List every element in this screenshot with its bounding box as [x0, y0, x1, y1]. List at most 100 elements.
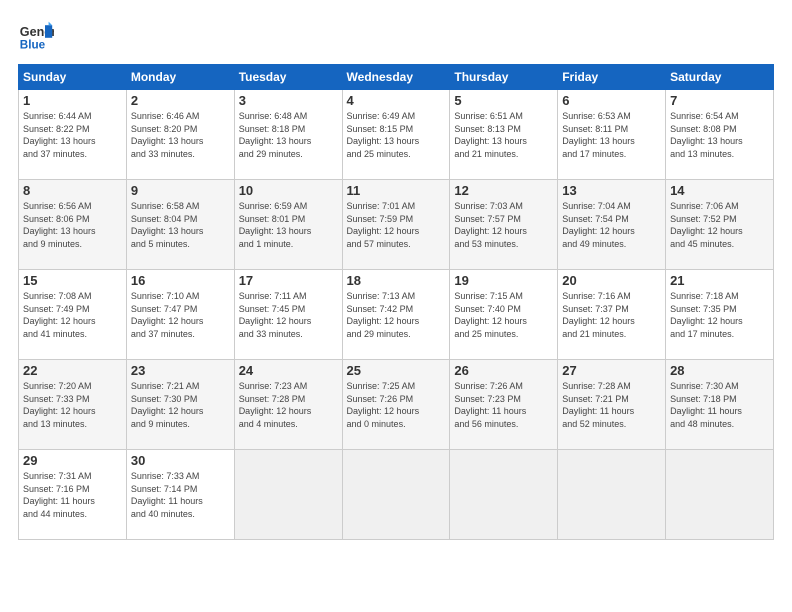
day-cell: 10 Sunrise: 6:59 AM Sunset: 8:01 PM Dayli… — [234, 180, 342, 270]
day-cell: 7 Sunrise: 6:54 AM Sunset: 8:08 PM Daylig… — [666, 90, 774, 180]
day-info: Sunrise: 7:10 AM Sunset: 7:47 PM Dayligh… — [131, 290, 230, 340]
day-number: 13 — [562, 183, 661, 198]
day-number: 23 — [131, 363, 230, 378]
day-cell — [666, 450, 774, 540]
day-cell: 30 Sunrise: 7:33 AM Sunset: 7:14 PM Dayli… — [126, 450, 234, 540]
day-number: 9 — [131, 183, 230, 198]
day-number: 6 — [562, 93, 661, 108]
day-cell: 20 Sunrise: 7:16 AM Sunset: 7:37 PM Dayli… — [558, 270, 666, 360]
day-cell: 9 Sunrise: 6:58 AM Sunset: 8:04 PM Daylig… — [126, 180, 234, 270]
weekday-wednesday: Wednesday — [342, 65, 450, 90]
day-info: Sunrise: 7:04 AM Sunset: 7:54 PM Dayligh… — [562, 200, 661, 250]
day-info: Sunrise: 7:13 AM Sunset: 7:42 PM Dayligh… — [347, 290, 446, 340]
day-cell: 22 Sunrise: 7:20 AM Sunset: 7:33 PM Dayli… — [19, 360, 127, 450]
day-info: Sunrise: 6:59 AM Sunset: 8:01 PM Dayligh… — [239, 200, 338, 250]
weekday-saturday: Saturday — [666, 65, 774, 90]
calendar-header: SundayMondayTuesdayWednesdayThursdayFrid… — [19, 65, 774, 90]
day-info: Sunrise: 6:46 AM Sunset: 8:20 PM Dayligh… — [131, 110, 230, 160]
day-number: 22 — [23, 363, 122, 378]
day-cell — [558, 450, 666, 540]
day-info: Sunrise: 7:30 AM Sunset: 7:18 PM Dayligh… — [670, 380, 769, 430]
day-info: Sunrise: 7:20 AM Sunset: 7:33 PM Dayligh… — [23, 380, 122, 430]
day-info: Sunrise: 6:44 AM Sunset: 8:22 PM Dayligh… — [23, 110, 122, 160]
day-cell: 3 Sunrise: 6:48 AM Sunset: 8:18 PM Daylig… — [234, 90, 342, 180]
day-info: Sunrise: 7:08 AM Sunset: 7:49 PM Dayligh… — [23, 290, 122, 340]
day-number: 7 — [670, 93, 769, 108]
calendar-table: SundayMondayTuesdayWednesdayThursdayFrid… — [18, 64, 774, 540]
day-number: 20 — [562, 273, 661, 288]
day-number: 4 — [347, 93, 446, 108]
day-number: 28 — [670, 363, 769, 378]
day-cell: 5Sunrise: 6:51 AM Sunset: 8:13 PM Daylig… — [450, 90, 558, 180]
day-info: Sunrise: 7:31 AM Sunset: 7:16 PM Dayligh… — [23, 470, 122, 520]
day-cell — [450, 450, 558, 540]
header: General Blue — [18, 18, 774, 54]
calendar-body: 1 Sunrise: 6:44 AM Sunset: 8:22 PM Daylig… — [19, 90, 774, 540]
day-cell: 11 Sunrise: 7:01 AM Sunset: 7:59 PM Dayli… — [342, 180, 450, 270]
day-cell: 17Sunrise: 7:11 AM Sunset: 7:45 PM Dayli… — [234, 270, 342, 360]
day-number: 8 — [23, 183, 122, 198]
day-number: 30 — [131, 453, 230, 468]
day-info: Sunrise: 7:33 AM Sunset: 7:14 PM Dayligh… — [131, 470, 230, 520]
day-info: Sunrise: 7:18 AM Sunset: 7:35 PM Dayligh… — [670, 290, 769, 340]
day-info: Sunrise: 7:01 AM Sunset: 7:59 PM Dayligh… — [347, 200, 446, 250]
day-cell: 27 Sunrise: 7:28 AM Sunset: 7:21 PM Dayli… — [558, 360, 666, 450]
day-cell: 24Sunrise: 7:23 AM Sunset: 7:28 PM Dayli… — [234, 360, 342, 450]
day-number: 26 — [454, 363, 553, 378]
day-cell: 18 Sunrise: 7:13 AM Sunset: 7:42 PM Dayli… — [342, 270, 450, 360]
weekday-friday: Friday — [558, 65, 666, 90]
day-number: 2 — [131, 93, 230, 108]
page: General Blue SundayMondayTuesdayWednesda… — [0, 0, 792, 612]
weekday-thursday: Thursday — [450, 65, 558, 90]
day-info: Sunrise: 6:54 AM Sunset: 8:08 PM Dayligh… — [670, 110, 769, 160]
weekday-monday: Monday — [126, 65, 234, 90]
day-number: 16 — [131, 273, 230, 288]
day-number: 15 — [23, 273, 122, 288]
day-cell: 21Sunrise: 7:18 AM Sunset: 7:35 PM Dayli… — [666, 270, 774, 360]
week-row-3: 15 Sunrise: 7:08 AM Sunset: 7:49 PM Dayli… — [19, 270, 774, 360]
logo-icon: General Blue — [18, 18, 54, 54]
weekday-tuesday: Tuesday — [234, 65, 342, 90]
day-cell: 26 Sunrise: 7:26 AM Sunset: 7:23 PM Dayli… — [450, 360, 558, 450]
svg-text:Blue: Blue — [20, 39, 46, 52]
day-info: Sunrise: 6:53 AM Sunset: 8:11 PM Dayligh… — [562, 110, 661, 160]
day-cell: 15 Sunrise: 7:08 AM Sunset: 7:49 PM Dayli… — [19, 270, 127, 360]
day-cell: 28 Sunrise: 7:30 AM Sunset: 7:18 PM Dayli… — [666, 360, 774, 450]
day-cell — [234, 450, 342, 540]
day-info: Sunrise: 7:26 AM Sunset: 7:23 PM Dayligh… — [454, 380, 553, 430]
day-number: 18 — [347, 273, 446, 288]
day-number: 14 — [670, 183, 769, 198]
day-cell: 2 Sunrise: 6:46 AM Sunset: 8:20 PM Daylig… — [126, 90, 234, 180]
day-info: Sunrise: 7:11 AM Sunset: 7:45 PM Dayligh… — [239, 290, 338, 340]
day-number: 1 — [23, 93, 122, 108]
day-info: Sunrise: 7:28 AM Sunset: 7:21 PM Dayligh… — [562, 380, 661, 430]
day-cell: 29Sunrise: 7:31 AM Sunset: 7:16 PM Dayli… — [19, 450, 127, 540]
day-number: 10 — [239, 183, 338, 198]
day-cell: 6 Sunrise: 6:53 AM Sunset: 8:11 PM Daylig… — [558, 90, 666, 180]
week-row-5: 29Sunrise: 7:31 AM Sunset: 7:16 PM Dayli… — [19, 450, 774, 540]
day-number: 19 — [454, 273, 553, 288]
day-info: Sunrise: 6:48 AM Sunset: 8:18 PM Dayligh… — [239, 110, 338, 160]
day-number: 27 — [562, 363, 661, 378]
day-cell: 23Sunrise: 7:21 AM Sunset: 7:30 PM Dayli… — [126, 360, 234, 450]
week-row-2: 8 Sunrise: 6:56 AM Sunset: 8:06 PM Daylig… — [19, 180, 774, 270]
day-number: 12 — [454, 183, 553, 198]
day-number: 25 — [347, 363, 446, 378]
day-cell: 14 Sunrise: 7:06 AM Sunset: 7:52 PM Dayli… — [666, 180, 774, 270]
day-cell: 19 Sunrise: 7:15 AM Sunset: 7:40 PM Dayli… — [450, 270, 558, 360]
day-info: Sunrise: 6:58 AM Sunset: 8:04 PM Dayligh… — [131, 200, 230, 250]
day-cell: 13 Sunrise: 7:04 AM Sunset: 7:54 PM Dayli… — [558, 180, 666, 270]
day-info: Sunrise: 6:49 AM Sunset: 8:15 PM Dayligh… — [347, 110, 446, 160]
day-number: 11 — [347, 183, 446, 198]
day-info: Sunrise: 6:56 AM Sunset: 8:06 PM Dayligh… — [23, 200, 122, 250]
day-cell: 8 Sunrise: 6:56 AM Sunset: 8:06 PM Daylig… — [19, 180, 127, 270]
day-cell: 16 Sunrise: 7:10 AM Sunset: 7:47 PM Dayli… — [126, 270, 234, 360]
day-cell: 1 Sunrise: 6:44 AM Sunset: 8:22 PM Daylig… — [19, 90, 127, 180]
day-info: Sunrise: 7:03 AM Sunset: 7:57 PM Dayligh… — [454, 200, 553, 250]
day-cell — [342, 450, 450, 540]
day-info: Sunrise: 7:16 AM Sunset: 7:37 PM Dayligh… — [562, 290, 661, 340]
day-info: Sunrise: 7:06 AM Sunset: 7:52 PM Dayligh… — [670, 200, 769, 250]
day-number: 3 — [239, 93, 338, 108]
day-cell: 25Sunrise: 7:25 AM Sunset: 7:26 PM Dayli… — [342, 360, 450, 450]
day-info: Sunrise: 7:15 AM Sunset: 7:40 PM Dayligh… — [454, 290, 553, 340]
